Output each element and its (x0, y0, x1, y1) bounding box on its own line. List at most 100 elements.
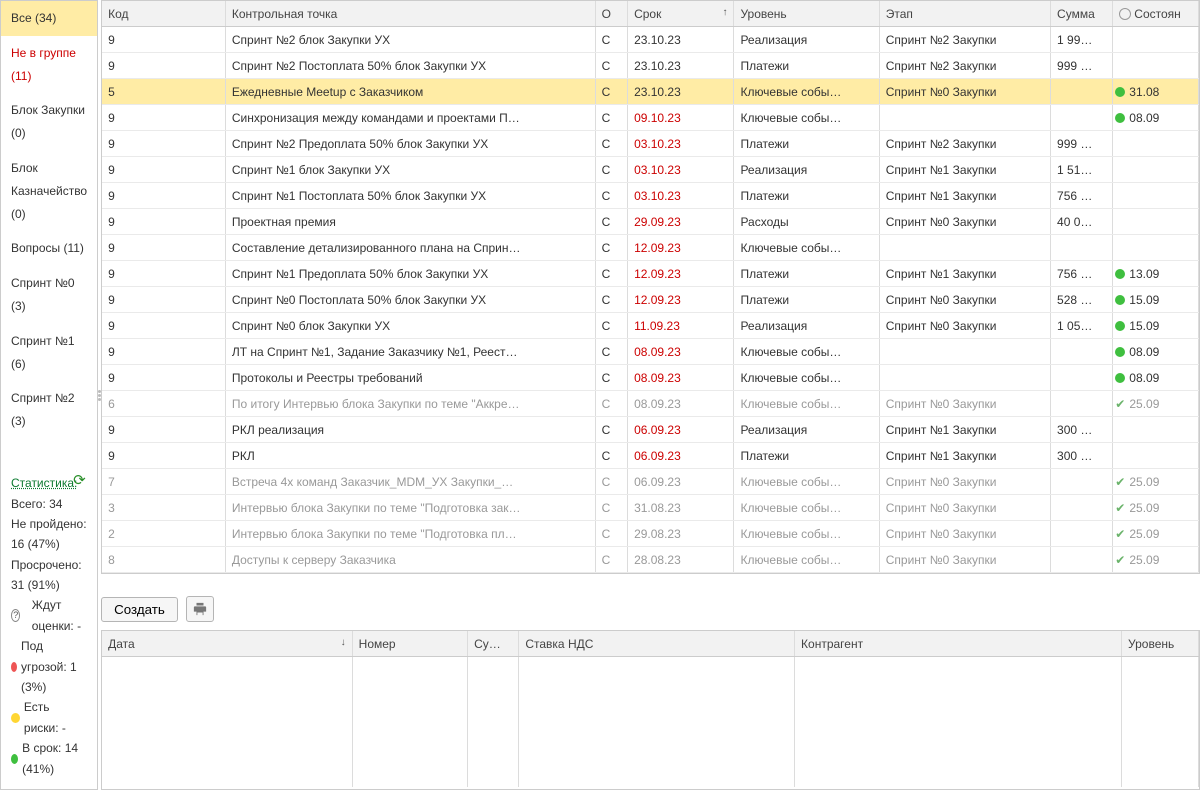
cell-state: 08.09 (1113, 339, 1199, 365)
cell-srok: 12.09.23 (628, 261, 734, 287)
table-row[interactable]: 9Спринт №2 Постоплата 50% блок Закупки У… (102, 53, 1198, 79)
sidebar-item[interactable]: Вопросы (11) (1, 231, 97, 266)
cell-state-date: 15.09 (1129, 319, 1159, 333)
status-check-icon: ✔ (1115, 527, 1125, 541)
cell-ur: Ключевые собы… (734, 495, 879, 521)
table-row[interactable]: 9РКЛ реализацияС06.09.23РеализацияСпринт… (102, 417, 1198, 443)
cell-code: 9 (102, 131, 225, 157)
cell-state-date: 25.09 (1129, 501, 1159, 515)
th-state-label: Состоян (1134, 7, 1181, 21)
th2-ka[interactable]: Контрагент (795, 631, 1122, 657)
table-row[interactable]: 6По итогу Интервью блока Закупки по теме… (102, 391, 1198, 417)
sidebar-item[interactable]: Блок Казначейство (0) (1, 151, 97, 231)
th-sum[interactable]: Сумма (1051, 1, 1113, 27)
table-row[interactable]: 8Доступы к серверу ЗаказчикаС28.08.23Клю… (102, 547, 1198, 573)
cell-srok: 08.09.23 (628, 365, 734, 391)
table-row[interactable]: 5Ежедневные Meetup с ЗаказчикомС23.10.23… (102, 79, 1198, 105)
cell-state (1113, 131, 1199, 157)
cell-kp: РКЛ (225, 443, 595, 469)
th2-num[interactable]: Номер (352, 631, 467, 657)
cell-o: С (595, 313, 627, 339)
table-row[interactable]: 9Синхронизация между командами и проекта… (102, 105, 1198, 131)
sidebar-item[interactable]: Спринт №0 (3) (1, 266, 97, 324)
table-row[interactable]: 7Встреча 4х команд Заказчик_MDM_УХ Закуп… (102, 469, 1198, 495)
th2-nds[interactable]: Ставка НДС (519, 631, 795, 657)
stats-risk-yellow: Есть риски: - (24, 697, 87, 738)
table-row[interactable]: 2Интервью блока Закупки по теме "Подгото… (102, 521, 1198, 547)
main-area: Код Контрольная точка О Срок↑ Уровень Эт… (101, 0, 1200, 790)
cell-state (1113, 209, 1199, 235)
th-srok[interactable]: Срок↑ (628, 1, 734, 27)
cell-sum (1051, 339, 1113, 365)
table-row[interactable]: 9Спринт №1 Предоплата 50% блок Закупки У… (102, 261, 1198, 287)
th-o[interactable]: О (595, 1, 627, 27)
cell-kp: Спринт №1 Постоплата 50% блок Закупки УХ (225, 183, 595, 209)
cell-kp: Синхронизация между командами и проектам… (225, 105, 595, 131)
cell-state-date: 25.09 (1129, 527, 1159, 541)
cell-sum (1051, 547, 1113, 573)
cell-code: 9 (102, 183, 225, 209)
th2-ur[interactable]: Уровень (1122, 631, 1199, 657)
cell-ur: Ключевые собы… (734, 469, 879, 495)
sidebar-item[interactable]: Все (34) (1, 1, 97, 36)
refresh-icon[interactable]: ⟳ (73, 473, 89, 489)
help-icon: ? (11, 609, 20, 622)
th2-su[interactable]: Су… (468, 631, 519, 657)
cell-ur: Ключевые собы… (734, 547, 879, 573)
status-green-icon (1115, 347, 1125, 357)
table-row[interactable]: 9Протоколы и Реестры требованийС08.09.23… (102, 365, 1198, 391)
cell-etap: Спринт №1 Закупки (879, 157, 1050, 183)
cell-srok: 03.10.23 (628, 157, 734, 183)
table-row[interactable]: 9Спринт №0 блок Закупки УХС11.09.23Реали… (102, 313, 1198, 339)
th2-date[interactable]: Дата↓ (102, 631, 352, 657)
th-etap[interactable]: Этап (879, 1, 1050, 27)
cell-sum (1051, 521, 1113, 547)
th2-date-label: Дата (108, 637, 135, 651)
cell-state: 08.09 (1113, 365, 1199, 391)
table-row[interactable]: 9ЛТ на Спринт №1, Задание Заказчику №1, … (102, 339, 1198, 365)
table-row[interactable]: 9Проектная премияС29.09.23РасходыСпринт … (102, 209, 1198, 235)
status-green-icon (1115, 113, 1125, 123)
status-circle-icon (1119, 8, 1131, 20)
cell-state-date: 08.09 (1129, 345, 1159, 359)
table-row[interactable]: 9Спринт №0 Постоплата 50% блок Закупки У… (102, 287, 1198, 313)
cell-code: 9 (102, 27, 225, 53)
sidebar-item[interactable]: Спринт №2 (3) (1, 381, 97, 439)
cell-ur: Реализация (734, 313, 879, 339)
cell-state: 13.09 (1113, 261, 1199, 287)
table-row[interactable]: 9РКЛС06.09.23ПлатежиСпринт №1 Закупки300… (102, 443, 1198, 469)
cell-code: 9 (102, 443, 225, 469)
create-button[interactable]: Создать (101, 597, 178, 622)
th-code[interactable]: Код (102, 1, 225, 27)
cell-kp: Спринт №2 блок Закупки УХ (225, 27, 595, 53)
cell-kp: Интервью блока Закупки по теме "Подготов… (225, 495, 595, 521)
sidebar-item[interactable]: Не в группе (11) (1, 36, 97, 94)
table-row[interactable]: 3Интервью блока Закупки по теме "Подгото… (102, 495, 1198, 521)
table-row[interactable]: 9Составление детализированного плана на … (102, 235, 1198, 261)
sidebar-item[interactable]: Блок Закупки (0) (1, 93, 97, 151)
cell-code: 9 (102, 53, 225, 79)
sidebar-item[interactable]: Спринт №1 (6) (1, 324, 97, 382)
table-row[interactable]: 9Спринт №1 блок Закупки УХС03.10.23Реали… (102, 157, 1198, 183)
cell-kp: Спринт №0 Постоплата 50% блок Закупки УХ (225, 287, 595, 313)
cell-state (1113, 183, 1199, 209)
table-row[interactable]: 9Спринт №1 Постоплата 50% блок Закупки У… (102, 183, 1198, 209)
bottom-table: Дата↓ Номер Су… Ставка НДС Контрагент Ур… (102, 631, 1199, 787)
cell-etap: Спринт №0 Закупки (879, 287, 1050, 313)
th-kp[interactable]: Контрольная точка (225, 1, 595, 27)
cell-srok: 23.10.23 (628, 53, 734, 79)
cell-code: 9 (102, 209, 225, 235)
cell-etap: Спринт №1 Закупки (879, 417, 1050, 443)
table-row[interactable]: 9Спринт №2 Предоплата 50% блок Закупки У… (102, 131, 1198, 157)
stats-panel: ⟳ Статистика: Всего: 34 Не пройдено: 16 … (1, 465, 97, 789)
cell-kp: Проектная премия (225, 209, 595, 235)
th-ur[interactable]: Уровень (734, 1, 879, 27)
status-green-icon (1115, 321, 1125, 331)
print-button[interactable] (186, 596, 214, 622)
th-state[interactable]: Состоян (1113, 1, 1199, 27)
cell-o: С (595, 235, 627, 261)
cell-kp: Спринт №2 Постоплата 50% блок Закупки УХ (225, 53, 595, 79)
cell-o: С (595, 469, 627, 495)
table-row[interactable]: 9Спринт №2 блок Закупки УХС23.10.23Реали… (102, 27, 1198, 53)
cell-ur: Платежи (734, 53, 879, 79)
